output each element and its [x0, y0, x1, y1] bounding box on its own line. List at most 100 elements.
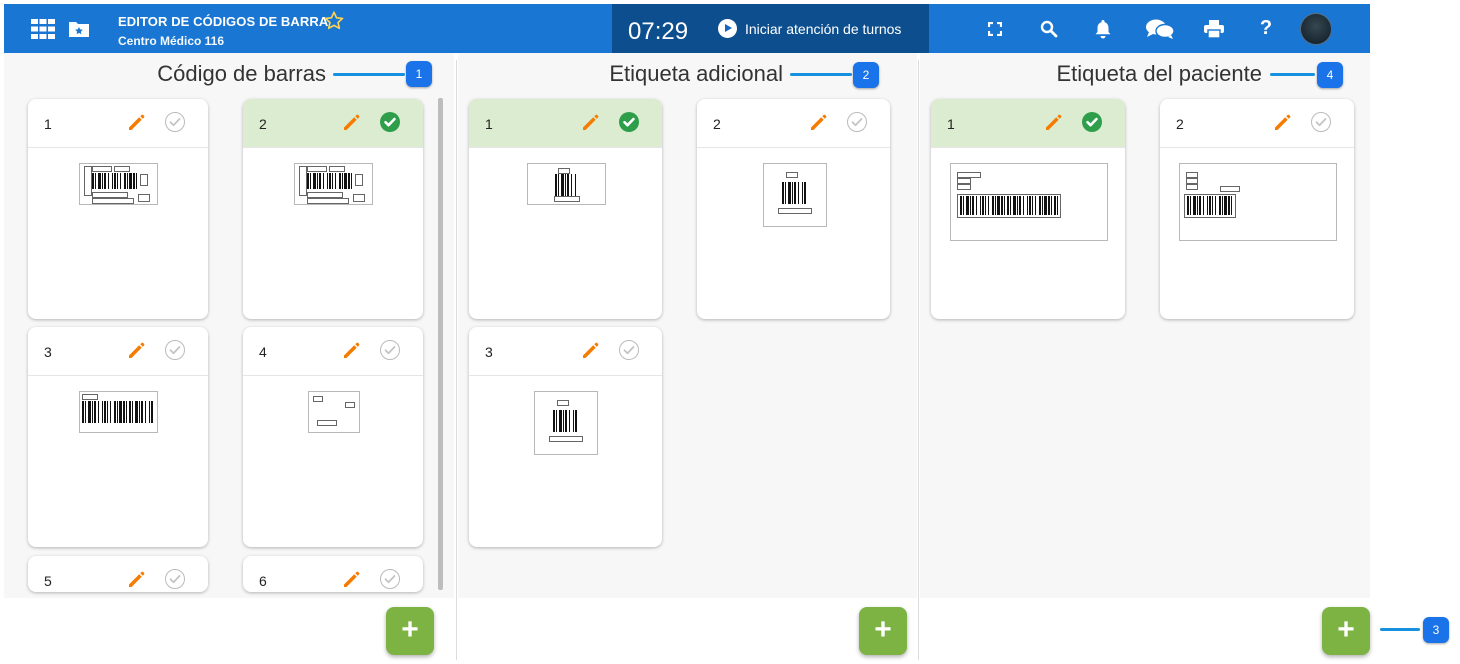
callout-line	[790, 73, 852, 76]
set-default-check-icon[interactable]	[1311, 112, 1331, 132]
callout-line	[333, 73, 405, 76]
card-number: 2	[259, 116, 267, 132]
panel-title: Código de barras	[157, 61, 326, 86]
card-number: 2	[713, 116, 721, 132]
panel-divider	[918, 60, 919, 660]
label-preview-thumbnail	[950, 163, 1108, 241]
edit-pencil-icon[interactable]	[341, 570, 361, 592]
plus-icon: +	[401, 613, 419, 646]
plus-icon: +	[1337, 613, 1355, 646]
edit-pencil-icon[interactable]	[341, 113, 361, 138]
set-default-check-icon[interactable]	[619, 340, 639, 360]
set-default-check-icon[interactable]	[165, 112, 185, 132]
label-preview-thumbnail	[534, 391, 598, 455]
callout-line	[1380, 628, 1420, 631]
callout-line	[1270, 73, 1315, 76]
user-avatar[interactable]	[1301, 14, 1331, 44]
card-header: 6	[243, 556, 423, 592]
label-preview-thumbnail	[527, 163, 606, 205]
callout-badge: 1	[406, 61, 432, 87]
card-header: 5	[28, 556, 208, 592]
label-preview-thumbnail	[763, 163, 827, 227]
apps-grid-icon[interactable]	[28, 4, 58, 53]
label-card[interactable]: 2	[1160, 99, 1354, 319]
card-header: 2	[1160, 99, 1354, 148]
label-preview-thumbnail	[308, 391, 360, 433]
edit-pencil-icon[interactable]	[1043, 113, 1063, 138]
card-header: 2	[243, 99, 423, 148]
fullscreen-icon[interactable]	[984, 4, 1006, 53]
callout-badge: 2	[853, 62, 879, 88]
edit-pencil-icon[interactable]	[580, 113, 600, 138]
card-number: 5	[44, 573, 52, 589]
panel-title: Etiqueta adicional	[609, 61, 783, 86]
label-card[interactable]: 6	[243, 556, 423, 592]
card-header: 1	[28, 99, 208, 148]
page-title: EDITOR DE CÓDIGOS DE BARRA	[118, 14, 329, 29]
label-card[interactable]: 1	[469, 99, 662, 319]
edit-pencil-icon[interactable]	[580, 341, 600, 366]
default-check-icon[interactable]	[380, 112, 400, 132]
default-check-icon[interactable]	[619, 112, 639, 132]
card-header: 4	[243, 327, 423, 376]
edit-pencil-icon[interactable]	[808, 113, 828, 138]
label-preview-thumbnail	[79, 163, 158, 205]
default-check-icon[interactable]	[1082, 112, 1102, 132]
card-number: 1	[44, 116, 52, 132]
plus-icon: +	[874, 613, 892, 646]
card-header: 3	[28, 327, 208, 376]
card-header: 1	[469, 99, 662, 148]
print-icon[interactable]	[1203, 4, 1225, 53]
panel-title: Etiqueta del paciente	[1056, 61, 1263, 86]
set-default-check-icon[interactable]	[847, 112, 867, 132]
label-card[interactable]: 1	[28, 99, 208, 319]
card-number: 1	[485, 116, 493, 132]
add-barcode-button[interactable]: +	[386, 607, 434, 655]
edit-pencil-icon[interactable]	[1272, 113, 1292, 138]
edit-pencil-icon[interactable]	[126, 113, 146, 138]
label-preview-thumbnail	[79, 391, 158, 433]
page-subtitle: Centro Médico 116	[118, 34, 225, 48]
label-card[interactable]: 3	[28, 327, 208, 547]
label-card[interactable]: 2	[243, 99, 423, 319]
label-card[interactable]: 2	[697, 99, 890, 319]
set-default-check-icon[interactable]	[165, 569, 185, 589]
label-card[interactable]: 5	[28, 556, 208, 592]
set-default-check-icon[interactable]	[165, 340, 185, 360]
edit-pencil-icon[interactable]	[126, 570, 146, 592]
notifications-bell-icon[interactable]	[1092, 4, 1114, 53]
callout-badge: 4	[1317, 62, 1343, 88]
add-patient-label-button[interactable]: +	[1322, 607, 1370, 655]
edit-pencil-icon[interactable]	[126, 341, 146, 366]
search-icon[interactable]	[1038, 4, 1060, 53]
start-turns-label: Iniciar atención de turnos	[745, 20, 902, 37]
scrollbar[interactable]	[438, 98, 443, 590]
card-number: 3	[485, 344, 493, 360]
card-number: 6	[259, 573, 267, 589]
edit-pencil-icon[interactable]	[341, 341, 361, 366]
start-turns-button[interactable]: Iniciar atención de turnos	[718, 4, 901, 53]
help-icon[interactable]: ?	[1256, 4, 1276, 53]
clock-box: 07:29 Iniciar atención de turnos	[612, 4, 929, 53]
panel-divider	[456, 60, 457, 660]
card-header: 2	[697, 99, 890, 148]
label-preview-thumbnail	[294, 163, 373, 205]
top-bar: EDITOR DE CÓDIGOS DE BARRA Centro Médico…	[4, 4, 1370, 53]
label-card[interactable]: 4	[243, 327, 423, 547]
label-preview-thumbnail	[1179, 163, 1337, 241]
clock-time: 07:29	[628, 18, 689, 45]
card-number: 2	[1176, 116, 1184, 132]
card-number: 4	[259, 344, 267, 360]
chat-icon[interactable]	[1144, 4, 1176, 53]
card-number: 3	[44, 344, 52, 360]
set-default-check-icon[interactable]	[380, 340, 400, 360]
favorite-star-icon[interactable]	[323, 10, 345, 37]
label-card[interactable]: 3	[469, 327, 662, 547]
card-number: 1	[947, 116, 955, 132]
card-header: 1	[931, 99, 1125, 148]
label-card[interactable]: 1	[931, 99, 1125, 319]
add-additional-label-button[interactable]: +	[859, 607, 907, 655]
folder-star-icon[interactable]	[66, 4, 92, 53]
callout-badge: 3	[1423, 617, 1449, 643]
set-default-check-icon[interactable]	[380, 569, 400, 589]
